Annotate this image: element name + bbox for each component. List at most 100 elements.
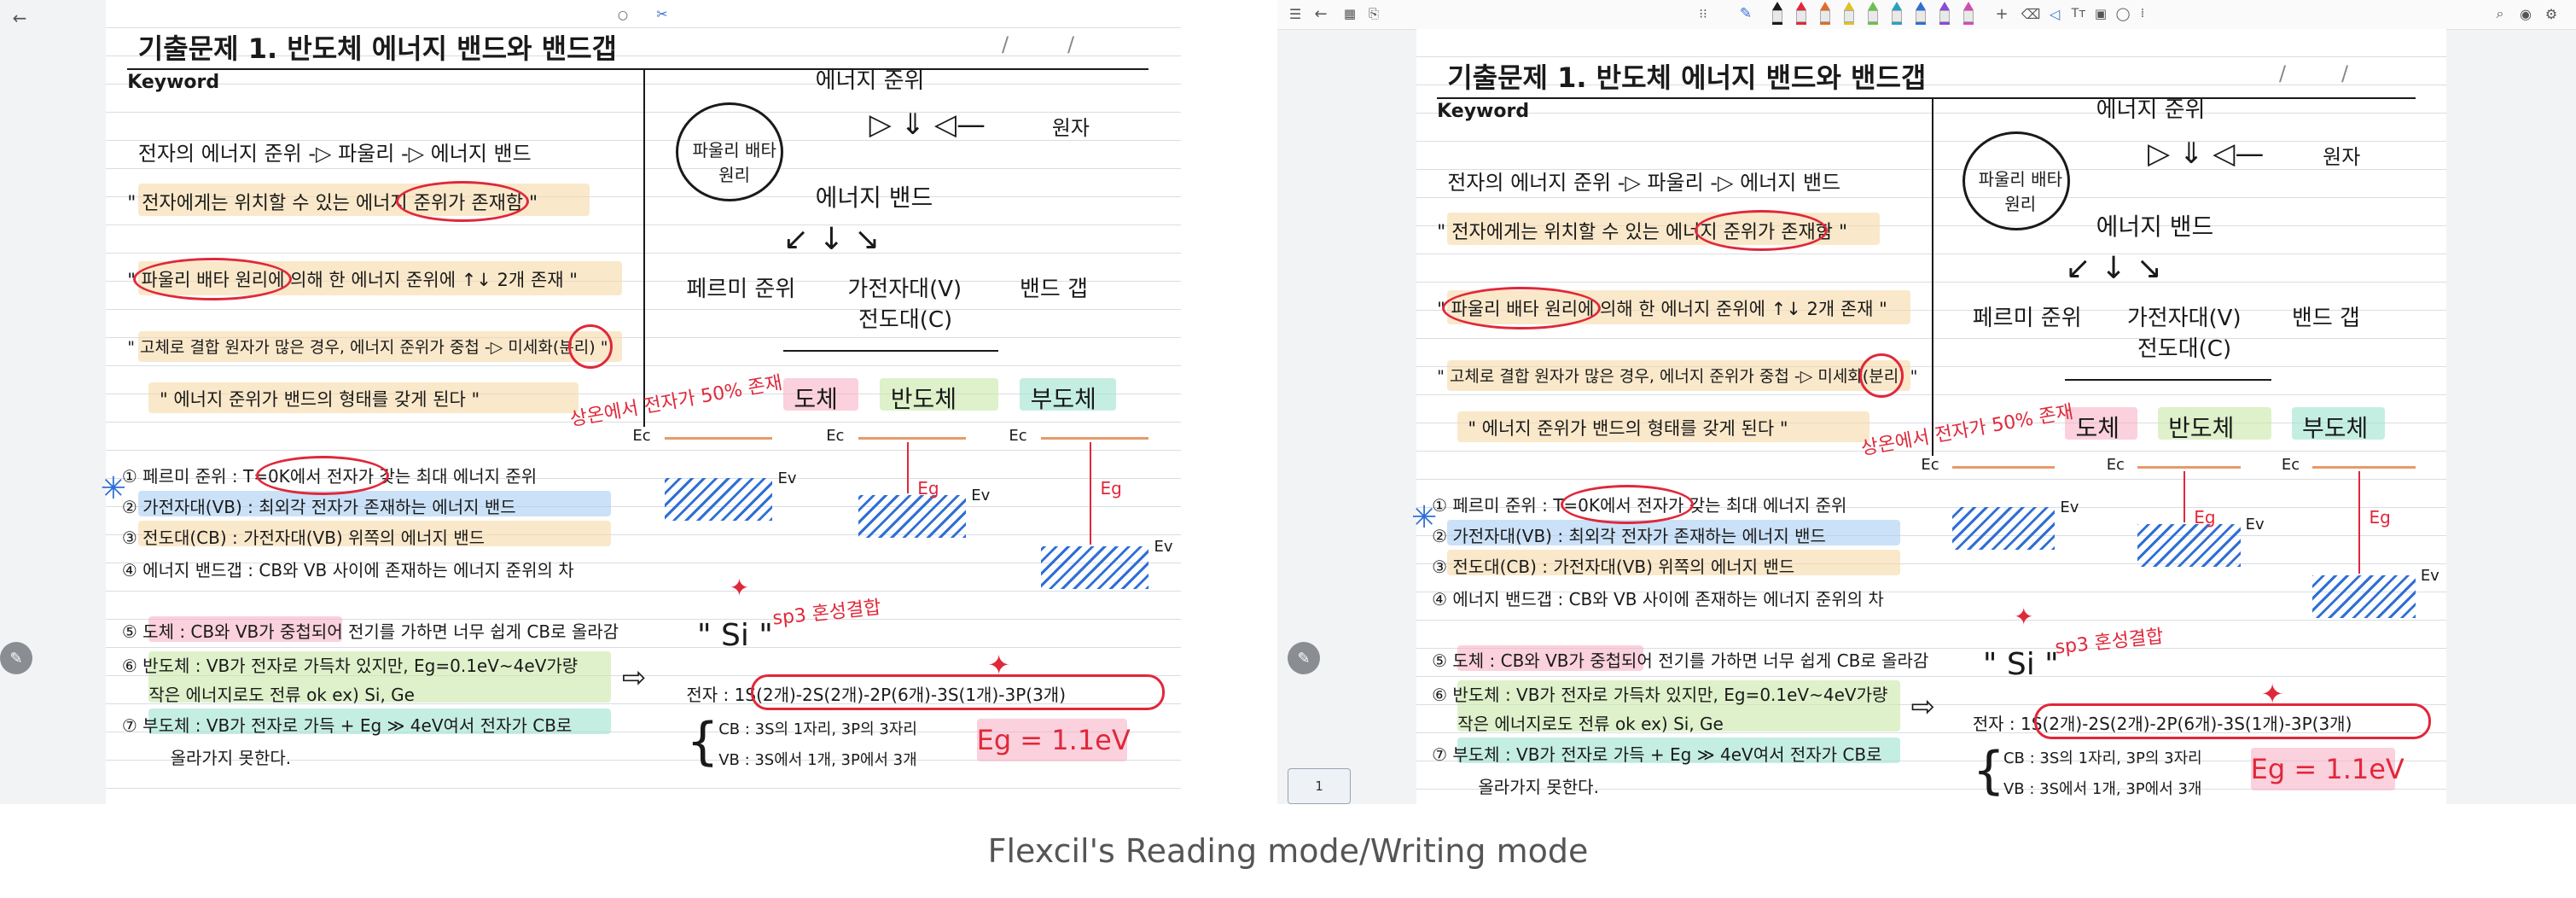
back-arrow-icon[interactable]: ← [7, 5, 32, 31]
eg-label: Eg [917, 478, 939, 499]
pager-current: / [1002, 32, 1009, 56]
band-gap-label: 밴드 갭 [1020, 277, 1089, 302]
sp3-label: sp3 혼성결합 [771, 597, 882, 630]
handwritten-notes: 기출문제 1. 반도체 에너지 밴드와 밴드갭 Keyword 에너지 준위 원… [1411, 29, 2446, 804]
conduction-band-label: 전도대(C) [858, 307, 953, 333]
definition-6b: 작은 에너지로도 전류 ok ex) Si, Ge [1457, 714, 1724, 734]
branch-arrows-icon: ↙ ↓ ↘ [2065, 251, 2162, 286]
arrow-right-icon: ▷ ⇓ ◁— [2147, 137, 2265, 171]
more-icon[interactable]: ⁞ [2134, 3, 2151, 25]
annotation-circle [1560, 485, 1694, 524]
red-annotation: 상온에서 전자가 50% 존재 [1859, 401, 2075, 460]
circle-icon[interactable]: ○ [613, 5, 633, 26]
valence-band-fill [2312, 575, 2416, 618]
eg-label: Eg [1100, 478, 1122, 499]
ec-line [1041, 437, 1149, 440]
grid-icon[interactable]: ▦ [1339, 3, 1361, 25]
pencil-icon[interactable]: ✎ [1735, 3, 1757, 25]
note-line-1: 전자의 에너지 준위 -▷ 파울리 -▷ 에너지 밴드 [137, 142, 532, 166]
definition-7a: ⑦ 부도체 : VB가 전자로 가득 + Eg ≫ 4eV여서 전자가 CB로 [1432, 744, 1882, 765]
keyword-label: Keyword [1437, 101, 1530, 122]
annotation-circle [751, 674, 1165, 710]
energy-level-label: 에너지 준위 [815, 68, 925, 94]
pen-tool[interactable] [1796, 2, 1806, 25]
valence-band-fill [1041, 546, 1149, 589]
view-icon[interactable]: ◉ [2515, 3, 2537, 25]
back-arrow-icon[interactable]: ← [1310, 3, 1332, 25]
eg-arrow [2183, 471, 2186, 522]
red-annotation: 상온에서 전자가 50% 존재 [567, 372, 784, 431]
eg-arrow [2358, 471, 2361, 574]
note-title: 기출문제 1. 반도체 에너지 밴드와 밴드갭 [1447, 61, 1927, 94]
definition-6a: ⑥ 반도체 : VB가 전자로 가득차 있지만, Eg=0.1eV~4eV가량 [1432, 685, 1888, 705]
share-icon[interactable]: ⎘ [1363, 3, 1385, 25]
pager-total: / [2341, 61, 2349, 85]
definition-5: ⑤ 도체 : CB와 VB가 중첩되어 전기를 가하면 너무 쉽게 CB로 올라… [1432, 650, 1929, 671]
pen-tool[interactable] [1820, 2, 1830, 25]
column-divider [643, 68, 645, 427]
pen-tool[interactable] [1939, 2, 1950, 25]
star-icon: ✦ [729, 574, 750, 602]
ec-label: Ec [826, 427, 845, 445]
note-line-5: " 에너지 준위가 밴드의 형태를 갖게 된다 " [1468, 418, 1788, 439]
annotation-circle [256, 456, 390, 495]
ev-label: Ev [2420, 567, 2439, 585]
annotation-circle [2034, 703, 2431, 739]
edit-pen-icon[interactable]: ✎ [1288, 642, 1320, 674]
apps-icon[interactable]: ⁝⁝ [1692, 3, 1714, 25]
keyword-label: Keyword [127, 72, 220, 93]
sp3-label: sp3 혼성결합 [2054, 626, 2165, 659]
arrow-right-icon: ⇨ [1910, 690, 1935, 724]
conduction-band-label: 전도대(C) [2137, 336, 2232, 362]
insulator-label: 부도체 [1030, 385, 1096, 413]
pen-tool[interactable] [1772, 2, 1782, 25]
lasso-icon[interactable]: ◁ [2044, 3, 2066, 25]
note-line-1: 전자의 에너지 준위 -▷ 파울리 -▷ 에너지 밴드 [1447, 171, 1841, 195]
pen-tool[interactable] [1844, 2, 1854, 25]
energy-level-label: 에너지 준위 [2096, 97, 2206, 123]
atom-label: 원자 [2323, 145, 2361, 169]
cb-note: CB : 3S의 1자리, 3P의 3자리 [718, 720, 917, 738]
semiconductor-label: 반도체 [2168, 414, 2235, 442]
page-thumbnail[interactable]: 1 [1288, 768, 1351, 804]
pauli-label: 파울리 배타원리 [692, 140, 776, 185]
comment-icon[interactable]: ◯ [2112, 3, 2134, 25]
lasso-icon[interactable]: ✂ [652, 3, 672, 24]
pen-tool[interactable] [1892, 2, 1902, 25]
cb-note: CB : 3S의 1자리, 3P의 3자리 [2003, 749, 2202, 767]
add-pen-icon[interactable]: + [1991, 3, 2013, 25]
ec-label: Ec [2281, 456, 2300, 474]
note-page: 기출문제 1. 반도체 에너지 밴드와 밴드갭 Keyword 에너지 준위 원… [101, 0, 1181, 804]
pen-tool[interactable] [1963, 2, 1974, 25]
ec-line [1951, 466, 2056, 469]
valence-band-label: 가전자대(V) [2126, 306, 2242, 331]
edit-pen-icon[interactable]: ✎ [0, 642, 32, 674]
search-icon[interactable]: ⌕ [2489, 3, 2511, 25]
definition-2: ② 가전자대(VB) : 최외각 전자가 존재하는 에너지 밴드 [1432, 526, 1826, 546]
star-icon: ✳ [100, 471, 126, 506]
text-tool-icon[interactable]: Tт [2067, 3, 2090, 25]
pager-current: / [2279, 61, 2287, 85]
settings-icon[interactable]: ⚙ [2540, 3, 2562, 25]
definition-7b: 올라가지 못한다. [1478, 777, 1599, 797]
conductor-label: 도체 [794, 385, 838, 413]
arrow-right-icon: ▷ ⇓ ◁— [869, 108, 986, 142]
pen-tool[interactable] [1916, 2, 1926, 25]
eraser-icon[interactable]: ⌫ [2020, 3, 2042, 25]
toolbar: ☰ ← ▦ ⎘ ⁝⁝ ✎ + ⌫ ◁ Tт ▣ ◯ ⁞ ⌕ ◉ ⚙ [1277, 0, 2576, 30]
band-gap-label: 밴드 갭 [2291, 306, 2360, 331]
energy-band-label: 에너지 밴드 [2096, 213, 2214, 241]
ec-label: Ec [1921, 456, 1939, 474]
ev-label: Ev [2060, 499, 2079, 516]
note-line-5: " 에너지 준위가 밴드의 형태를 갖게 된다 " [160, 389, 480, 410]
ec-line [2137, 466, 2241, 469]
annotation-circle [567, 324, 613, 369]
sidebar-icon[interactable]: ☰ [1284, 3, 1306, 25]
ec-line [2312, 466, 2416, 469]
pen-tool[interactable] [1868, 2, 1878, 25]
ev-label: Ev [1154, 538, 1173, 556]
valence-band-fill [858, 495, 966, 538]
handwritten-notes: 기출문제 1. 반도체 에너지 밴드와 밴드갭 Keyword 에너지 준위 원… [101, 0, 1181, 804]
definition-2: ② 가전자대(VB) : 최외각 전자가 존재하는 에너지 밴드 [121, 497, 516, 517]
image-icon[interactable]: ▣ [2090, 3, 2112, 25]
